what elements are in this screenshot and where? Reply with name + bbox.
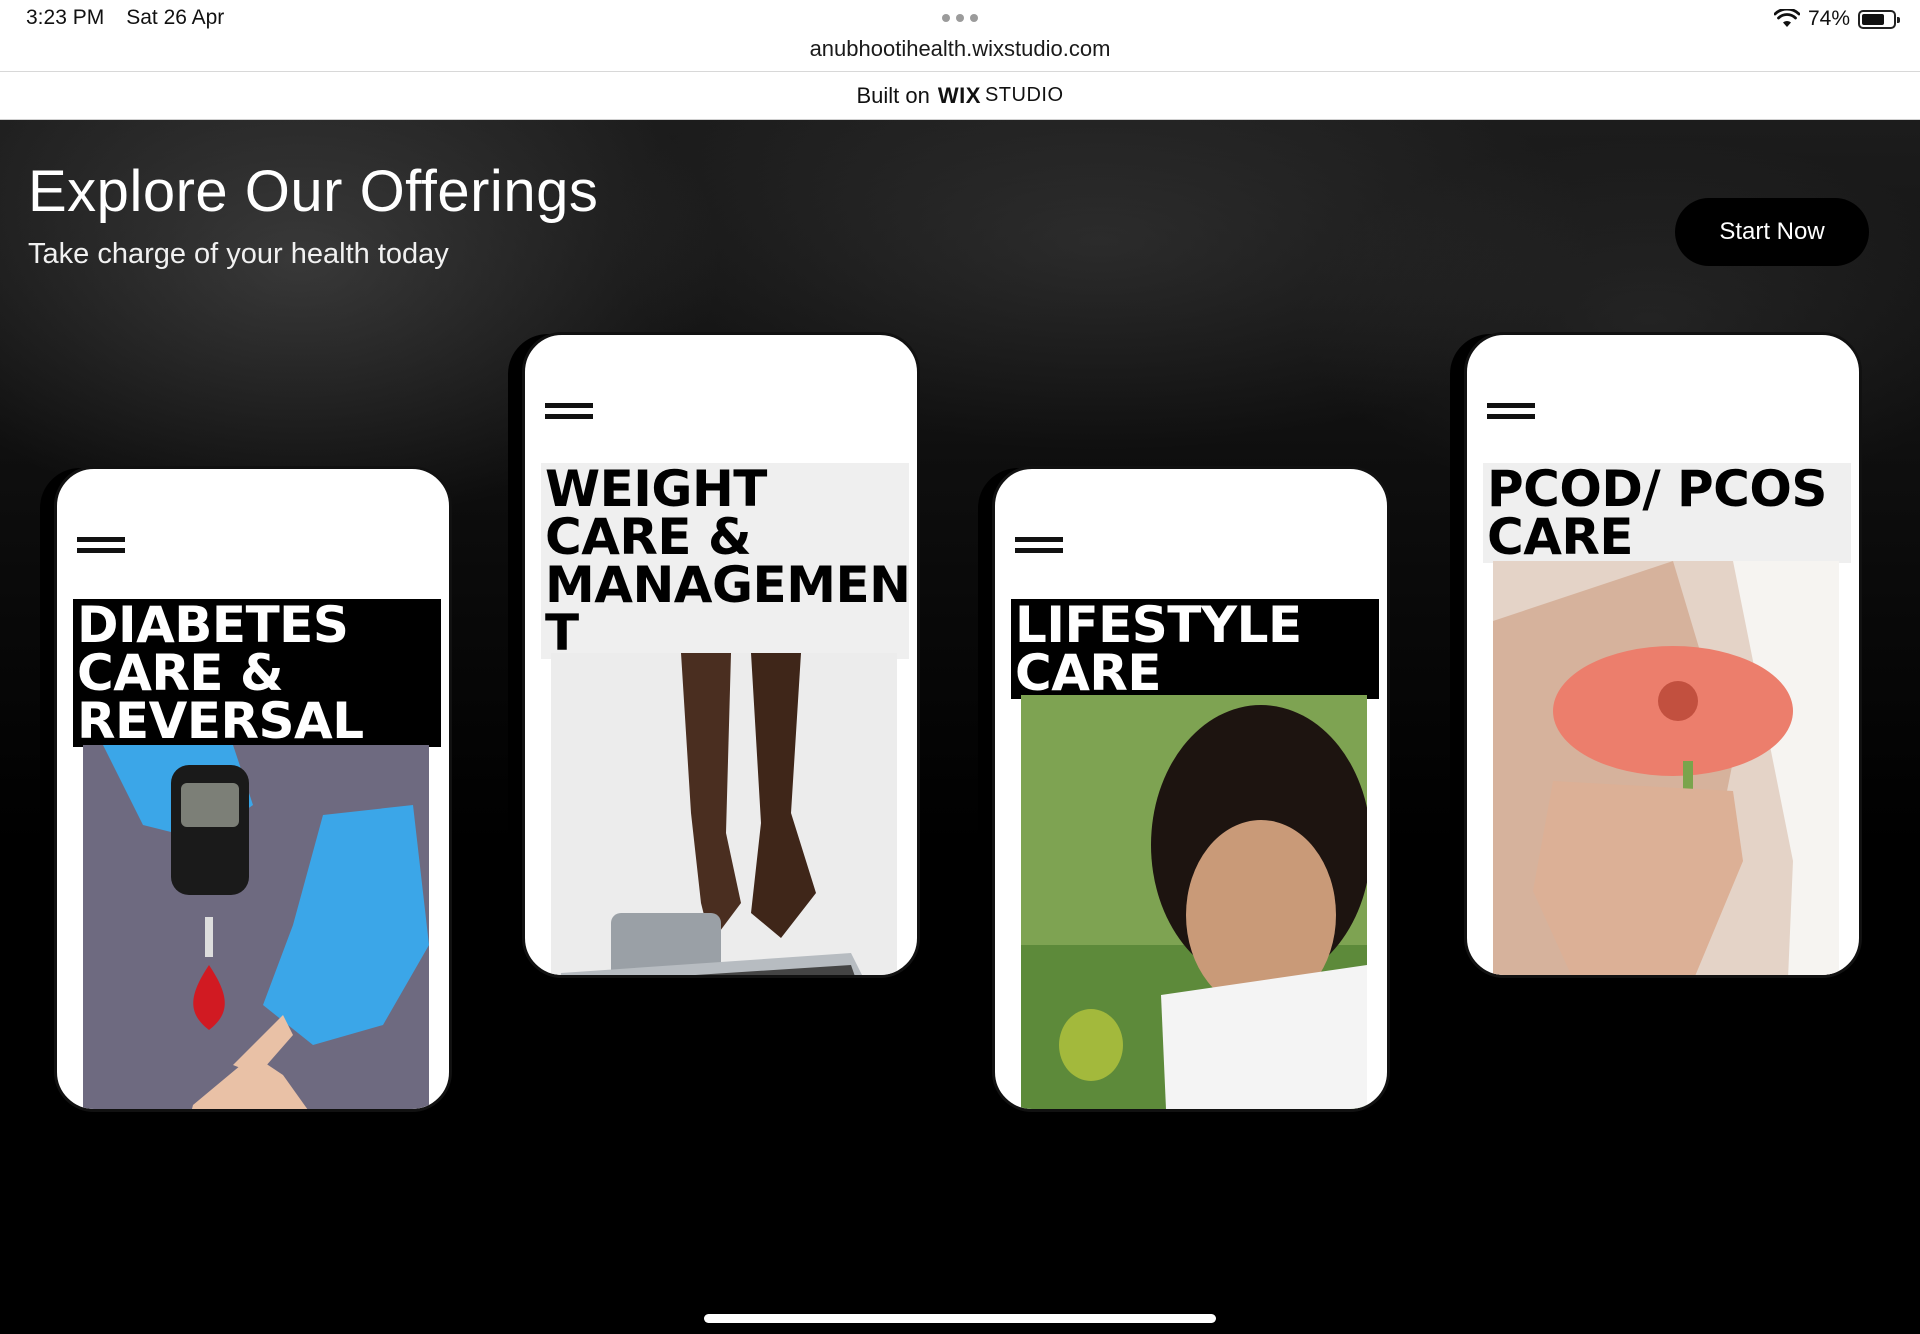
card-title: DIABETES CARE & REVERSAL (73, 599, 441, 747)
home-indicator[interactable] (704, 1314, 1216, 1323)
offering-card-pcod[interactable]: PCOD/ PCOS CARE (1464, 332, 1862, 978)
multitasking-dots-icon[interactable] (942, 14, 978, 22)
menu-icon[interactable] (545, 403, 593, 423)
card-title: LIFESTYLE CARE (1011, 599, 1379, 699)
offering-card-diabetes[interactable]: DIABETES CARE & REVERSAL (54, 466, 452, 1112)
battery-icon (1858, 9, 1900, 29)
clock-date: Sat 26 Apr (126, 6, 225, 29)
battery-percent: 74% (1807, 7, 1850, 30)
address-bar-url[interactable]: anubhootihealth.wixstudio.com (0, 36, 1920, 62)
status-time: 3:23 PM Sat 26 Apr (26, 6, 224, 30)
status-bar: 3:23 PM Sat 26 Apr anubhootihealth.wixstu… (0, 0, 1920, 72)
card-title: PCOD/ PCOS CARE (1483, 463, 1851, 563)
clock-time: 3:23 PM (26, 6, 105, 29)
offerings-section: Explore Our Offerings Take charge of you… (0, 120, 1920, 1334)
offering-card-weight[interactable]: WEIGHT CARE & MANAGEMEN T (522, 332, 920, 978)
section-subtitle: Take charge of your health today (28, 238, 449, 270)
menu-icon[interactable] (1487, 403, 1535, 423)
studio-label: STUDIO (984, 84, 1064, 106)
status-indicators: 74% (1773, 6, 1900, 32)
section-title: Explore Our Offerings (28, 159, 599, 224)
card-title: WEIGHT CARE & MANAGEMEN T (541, 463, 911, 659)
wifi-icon (1773, 9, 1800, 27)
flower-photo (1493, 561, 1839, 978)
built-on-wix-banner[interactable]: Built on WIX STUDIO (0, 72, 1920, 120)
offering-card-lifestyle[interactable]: LIFESTYLE CARE (992, 466, 1390, 1112)
menu-icon[interactable] (1015, 537, 1063, 557)
weight-scale-photo (551, 653, 897, 978)
start-now-button[interactable]: Start Now (1675, 198, 1869, 266)
diabetes-photo (83, 745, 429, 1112)
wix-logo: WIX (937, 82, 981, 108)
lifestyle-photo (1021, 695, 1367, 1112)
menu-icon[interactable] (77, 537, 125, 557)
built-on-label: Built on (856, 82, 930, 108)
